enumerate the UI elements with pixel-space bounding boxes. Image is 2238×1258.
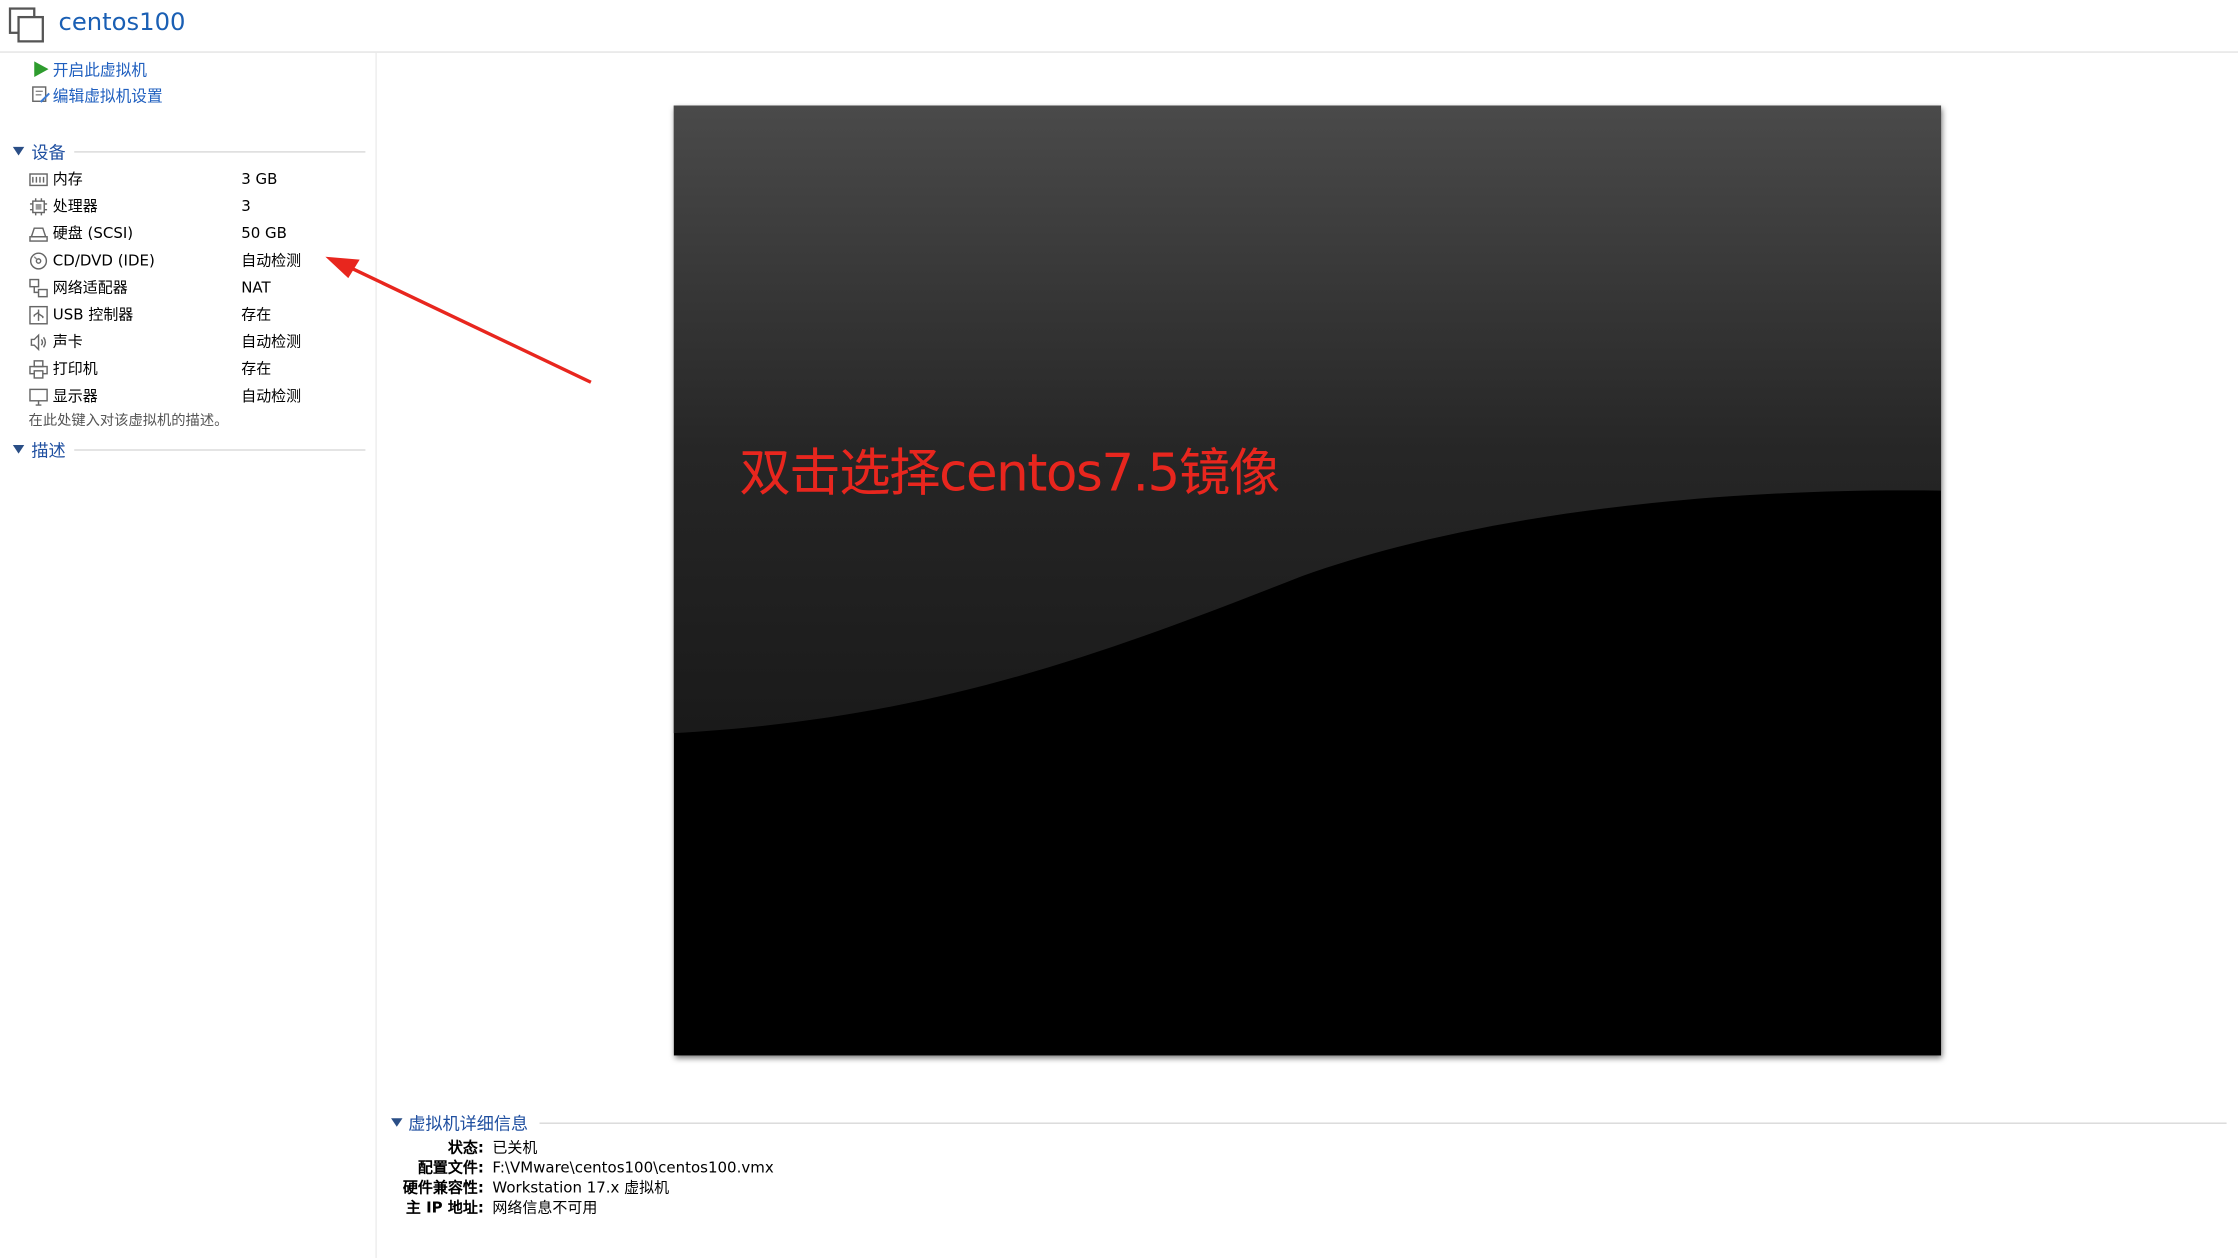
detail-row-hardware-compat: 硬件兼容性: Workstation 17.x 虚拟机 (0, 1178, 2238, 1198)
section-divider (539, 1122, 2227, 1124)
device-name: 显示器 (52, 387, 98, 406)
device-value: 存在 (241, 306, 272, 324)
device-name: 声卡 (52, 333, 83, 351)
display-icon (29, 388, 48, 406)
device-name: 打印机 (52, 360, 98, 378)
collapse-triangle-icon (12, 445, 25, 454)
usb-controller-icon (29, 305, 48, 325)
power-on-vm-link[interactable]: 开启此虚拟机 (31, 60, 147, 83)
edit-settings-icon (32, 86, 50, 103)
detail-row-primary-ip: 主 IP 地址: 网络信息不可用 (0, 1198, 2238, 1218)
vm-title: centos100 (58, 8, 186, 38)
detail-value: Workstation 17.x 虚拟机 (492, 1179, 670, 1197)
description-section-toggle[interactable]: 描述 (12, 438, 66, 464)
vm-screen-preview[interactable] (673, 105, 1942, 1056)
device-value: 自动检测 (241, 387, 302, 406)
title-bar: centos100 (0, 0, 2238, 53)
device-row-memory[interactable]: 内存 3 GB (29, 167, 366, 193)
device-value: 3 (241, 198, 251, 216)
device-name: CD/DVD (IDE) (52, 252, 155, 270)
section-divider (74, 449, 366, 451)
detail-row-config-file: 配置文件: F:\VMware\centos100\centos100.vmx (0, 1158, 2238, 1178)
device-row-display[interactable]: 显示器 自动检测 (29, 384, 366, 410)
network-adapter-icon (29, 278, 48, 298)
annotation-text: 双击选择centos7.5镜像 (739, 445, 1280, 504)
device-value: 3 GB (241, 171, 278, 189)
device-value: 自动检测 (241, 252, 302, 270)
device-value: 自动检测 (241, 333, 302, 351)
device-name: 内存 (52, 171, 83, 189)
device-value: 存在 (241, 360, 272, 378)
device-row-processor[interactable]: 处理器 3 (29, 194, 366, 220)
devices-header: 设备 (31, 142, 66, 163)
vm-details-section-toggle[interactable]: 虚拟机详细信息 (391, 1111, 528, 1137)
device-row-printer[interactable]: 打印机 存在 (29, 357, 366, 383)
collapse-triangle-icon (12, 146, 25, 156)
vm-preview-graphic (673, 105, 1942, 1056)
device-value: NAT (241, 279, 271, 297)
device-name: 硬盘 (SCSI) (52, 225, 134, 243)
detail-value: 网络信息不可用 (492, 1199, 598, 1217)
device-row-sound-card[interactable]: 声卡 自动检测 (29, 329, 366, 355)
device-row-usb-controller[interactable]: USB 控制器 存在 (29, 302, 366, 328)
device-row-cd-dvd[interactable]: CD/DVD (IDE) 自动检测 (29, 248, 366, 274)
detail-value: 已关机 (492, 1139, 538, 1157)
edit-vm-settings-label: 编辑虚拟机设置 (52, 87, 163, 106)
devices-section-toggle[interactable]: 设备 (12, 140, 66, 166)
sound-card-icon (30, 333, 47, 352)
device-row-network-adapter[interactable]: 网络适配器 NAT (29, 275, 366, 301)
detail-label: 硬件兼容性: (402, 1179, 484, 1197)
vm-summary-page: centos100 开启此虚拟机 编辑虚拟机设置 设备 内存 3 GB 处理器 … (0, 0, 2238, 1258)
device-value: 50 GB (241, 225, 287, 243)
detail-label: 状态: (447, 1139, 484, 1157)
description-header: 描述 (31, 440, 66, 461)
device-row-hard-disk[interactable]: 硬盘 (SCSI) 50 GB (29, 221, 366, 247)
detail-value[interactable]: F:\VMware\centos100\centos100.vmx (492, 1158, 773, 1178)
edit-vm-settings-link[interactable]: 编辑虚拟机设置 (31, 86, 163, 109)
detail-label: 主 IP 地址: (405, 1199, 484, 1217)
detail-label: 配置文件: (417, 1159, 484, 1177)
hard-disk-icon (29, 227, 48, 242)
memory-icon (29, 173, 48, 187)
device-name: 网络适配器 (52, 279, 128, 297)
detail-row-status: 状态: 已关机 (0, 1138, 2238, 1158)
printer-icon (29, 360, 48, 379)
cd-dvd-icon (29, 252, 48, 270)
processor-icon (29, 198, 48, 216)
device-name: 处理器 (52, 198, 98, 216)
power-on-vm-label: 开启此虚拟机 (52, 61, 148, 80)
device-name: USB 控制器 (52, 306, 134, 324)
play-icon (34, 61, 49, 78)
section-divider (74, 151, 366, 153)
vm-details-header: 虚拟机详细信息 (408, 1113, 529, 1134)
collapse-triangle-icon (391, 1118, 403, 1127)
description-text[interactable]: 在此处键入对该虚拟机的描述。 (29, 412, 229, 432)
virtual-machine-icon (8, 7, 44, 43)
